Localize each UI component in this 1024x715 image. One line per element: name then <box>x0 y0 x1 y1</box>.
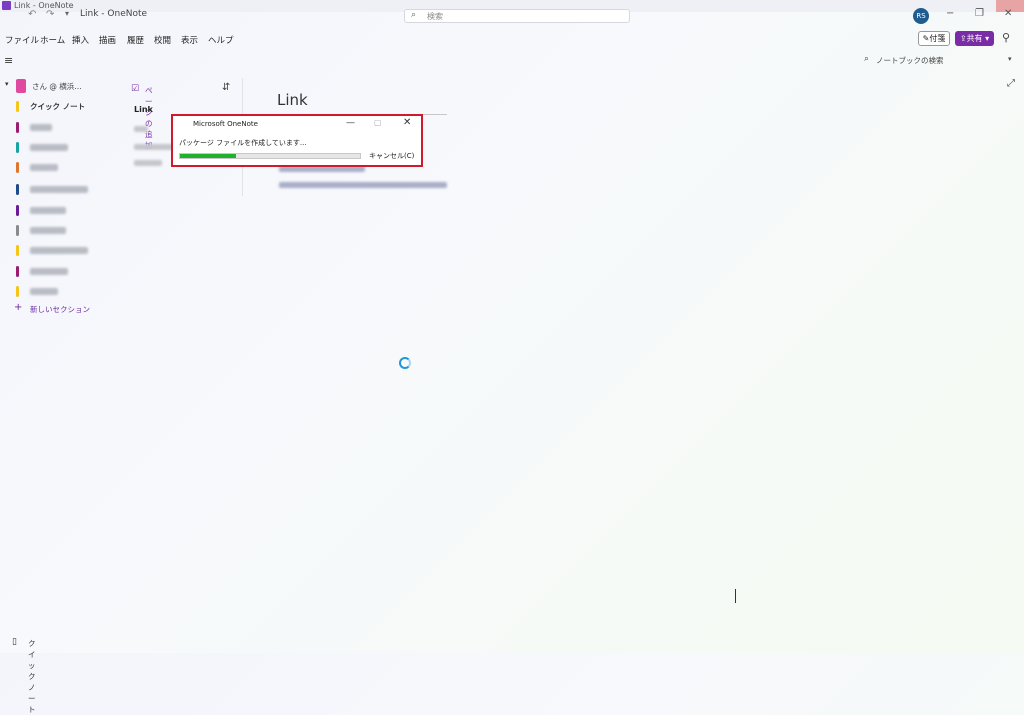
share-label: 共有 <box>966 34 983 43</box>
navigation-menu-icon[interactable]: ≡ <box>4 54 13 67</box>
minimize-button[interactable]: − <box>946 8 954 19</box>
notebook-icon <box>16 79 26 93</box>
note-icon: ▯ <box>12 637 17 647</box>
feedback-icon[interactable]: ⚲ <box>1002 31 1010 44</box>
notebook-search-input[interactable]: ⌕ ノートブックの検索 ▾ <box>860 52 1020 68</box>
notebook-selector[interactable]: ▾ さん @ 横浜… <box>4 79 116 94</box>
section-color-tab <box>16 122 19 133</box>
search-icon: ⌕ <box>411 10 417 20</box>
section-label-redacted <box>30 186 88 193</box>
section-color-tab <box>16 266 19 277</box>
dialog-minimize-button[interactable]: — <box>346 118 355 128</box>
search-placeholder: 検索 <box>427 12 443 21</box>
menu-help[interactable]: ヘルプ <box>208 34 234 46</box>
content-line-redacted[interactable] <box>279 182 447 188</box>
page-title[interactable]: Link <box>277 91 308 109</box>
section-label-redacted <box>30 288 58 295</box>
title-bar: ↶ ↷ ▾ Link - OneNote ⌕ 検索 RS − ❐ ✕ <box>0 0 1024 28</box>
page-label: Link <box>134 105 153 114</box>
section-label-redacted <box>30 144 68 151</box>
share-icon: ⇪ <box>959 34 967 43</box>
section-item[interactable] <box>14 223 116 239</box>
dialog-close-button[interactable]: ✕ <box>403 117 411 128</box>
close-button[interactable]: ✕ <box>1004 8 1012 19</box>
page-item-redacted[interactable] <box>134 160 162 166</box>
progress-bar-fill <box>180 154 236 158</box>
menu-draw[interactable]: 描画 <box>99 34 116 46</box>
add-page-label: ページの追加 <box>145 86 153 150</box>
menu-review[interactable]: 校閲 <box>154 34 171 46</box>
menu-home[interactable]: ホーム <box>40 34 65 46</box>
progress-bar <box>179 153 361 159</box>
section-label: クイック ノート <box>30 102 86 111</box>
section-color-tab <box>16 286 19 297</box>
restore-button[interactable]: ❐ <box>975 8 984 19</box>
section-label-redacted <box>30 227 66 234</box>
section-item[interactable] <box>14 182 116 198</box>
section-color-tab <box>16 245 19 256</box>
chevron-down-icon: ▾ <box>5 80 9 88</box>
avatar[interactable]: RS <box>913 8 929 24</box>
dialog-title: Microsoft OneNote <box>193 120 258 128</box>
loading-spinner-icon <box>399 357 411 369</box>
page-item-redacted[interactable] <box>134 126 148 132</box>
sort-icon[interactable]: ⇵ <box>222 82 230 93</box>
section-color-tab <box>16 205 19 216</box>
cancel-button[interactable]: キャンセル(C) <box>369 151 414 161</box>
section-item[interactable] <box>14 243 116 259</box>
text-cursor <box>735 589 736 603</box>
new-section-button[interactable]: + 新しいセクション <box>14 302 116 316</box>
search-input[interactable]: ⌕ 検索 <box>404 9 630 23</box>
menu-history[interactable]: 履歴 <box>127 34 144 46</box>
section-label-redacted <box>30 124 52 131</box>
dialog-body: Microsoft OneNote — ▢ ✕ パッケージ ファイルを作成してい… <box>175 117 419 163</box>
section-label-redacted <box>30 207 66 214</box>
section-item[interactable] <box>14 264 116 280</box>
expand-icon[interactable]: ⤢ <box>1007 78 1015 89</box>
section-item[interactable] <box>14 203 116 219</box>
notebook-name: さん @ 横浜… <box>32 82 82 91</box>
chevron-down-icon: ▾ <box>982 34 990 43</box>
window-title: Link - OneNote <box>80 9 148 19</box>
section-label-redacted <box>30 247 88 254</box>
share-button[interactable]: ⇪共有 ▾ <box>955 31 994 46</box>
redo-icon[interactable]: ↷ <box>46 9 54 20</box>
menu-view[interactable]: 表示 <box>181 34 198 46</box>
section-item[interactable] <box>14 140 116 156</box>
plus-icon: + <box>14 302 23 313</box>
menu-insert[interactable]: 挿入 <box>72 34 89 46</box>
section-color-tab <box>16 142 19 153</box>
section-color-tab <box>16 184 19 195</box>
add-page-icon: ☑ <box>131 84 140 94</box>
menu-file[interactable]: ファイル <box>5 34 39 46</box>
section-color-tab <box>16 225 19 236</box>
section-color-tab <box>16 162 19 173</box>
dialog-maximize-button: ▢ <box>374 118 382 127</box>
section-item[interactable] <box>14 284 116 300</box>
section-item[interactable] <box>14 120 116 136</box>
sticky-notes-button[interactable]: ✎付箋 <box>918 31 950 46</box>
progress-dialog: Microsoft OneNote — ▢ ✕ パッケージ ファイルを作成してい… <box>171 114 423 167</box>
section-label-redacted <box>30 268 68 275</box>
undo-icon[interactable]: ↶ <box>28 9 36 20</box>
chevron-down-icon[interactable]: ▾ <box>1008 55 1012 63</box>
section-color-tab <box>16 101 19 112</box>
quick-notes-label: クイック ノート <box>28 639 36 714</box>
sticky-notes-label: 付箋 <box>929 34 946 43</box>
section-quick-notes[interactable]: クイック ノート <box>14 99 116 115</box>
chevron-down-icon[interactable]: ▾ <box>65 9 69 18</box>
dialog-message: パッケージ ファイルを作成しています... <box>179 139 307 147</box>
section-item[interactable] <box>14 160 116 176</box>
search-icon: ⌕ <box>864 54 870 64</box>
page-item-redacted[interactable] <box>134 144 176 150</box>
section-label-redacted <box>30 164 58 171</box>
new-section-label: 新しいセクション <box>30 305 90 314</box>
sections-pane <box>0 70 116 653</box>
notebook-search-placeholder: ノートブックの検索 <box>876 56 944 65</box>
